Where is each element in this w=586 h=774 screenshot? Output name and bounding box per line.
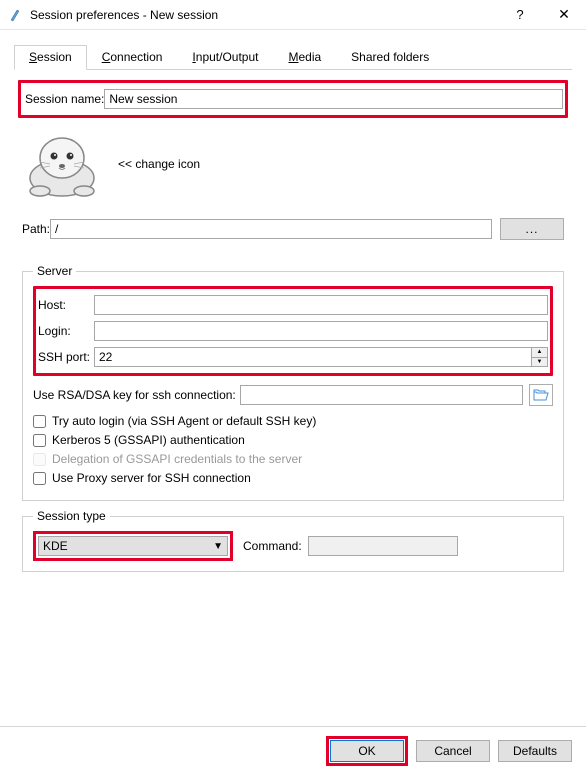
server-legend: Server [33, 264, 76, 278]
tab-media[interactable]: Media [273, 45, 336, 70]
folder-open-icon [533, 388, 549, 402]
defaults-button[interactable]: Defaults [498, 740, 572, 762]
session-type-select[interactable]: KDE ▼ [38, 536, 228, 556]
ok-highlight: OK [326, 736, 408, 766]
session-name-input[interactable] [104, 89, 563, 109]
tab-connection[interactable]: Connection [87, 45, 178, 70]
host-label: Host: [38, 298, 94, 312]
tab-bar: Session Connection Input/Output Media Sh… [14, 44, 572, 70]
ssh-port-spinner[interactable]: ▲ ▼ [532, 347, 548, 367]
path-input[interactable] [50, 219, 492, 239]
login-label: Login: [38, 324, 94, 338]
title-bar: Session preferences - New session ? ✕ [0, 0, 586, 30]
rsa-key-input[interactable] [240, 385, 523, 405]
close-button[interactable]: ✕ [542, 0, 586, 29]
cancel-button[interactable]: Cancel [416, 740, 490, 762]
session-icon [22, 128, 102, 200]
proxy-checkbox[interactable] [33, 472, 46, 485]
spin-up-icon[interactable]: ▲ [532, 348, 547, 358]
session-name-label: Session name: [25, 92, 104, 106]
session-type-fieldset: Session type KDE ▼ Command: [22, 509, 564, 572]
auto-login-checkbox[interactable] [33, 415, 46, 428]
auto-login-label: Try auto login (via SSH Agent or default… [52, 414, 316, 428]
tab-session[interactable]: Session [14, 45, 87, 70]
app-icon [8, 7, 24, 23]
dialog-footer: OK Cancel Defaults [0, 726, 586, 774]
ok-button[interactable]: OK [330, 740, 404, 762]
session-type-value: KDE [43, 539, 68, 553]
change-icon-link[interactable]: << change icon [118, 157, 200, 171]
tab-shared-folders[interactable]: Shared folders [336, 45, 444, 70]
ssh-port-label: SSH port: [38, 350, 94, 364]
proxy-label: Use Proxy server for SSH connection [52, 471, 251, 485]
window-title: Session preferences - New session [30, 8, 498, 22]
help-button[interactable]: ? [498, 0, 542, 29]
path-browse-button[interactable]: ... [500, 218, 564, 240]
spin-down-icon[interactable]: ▼ [532, 358, 547, 367]
command-input [308, 536, 458, 556]
chevron-down-icon: ▼ [213, 541, 223, 552]
session-type-legend: Session type [33, 509, 110, 523]
delegation-label: Delegation of GSSAPI credentials to the … [52, 452, 302, 466]
tab-input-output[interactable]: Input/Output [177, 45, 273, 70]
server-fieldset: Server Host: Login: SSH port: ▲ [22, 264, 564, 501]
path-label: Path: [22, 222, 50, 236]
command-label: Command: [243, 539, 302, 553]
ssh-port-input[interactable] [94, 347, 532, 367]
kerberos-checkbox[interactable] [33, 434, 46, 447]
kerberos-label: Kerberos 5 (GSSAPI) authentication [52, 433, 245, 447]
host-input[interactable] [94, 295, 548, 315]
session-type-highlight: KDE ▼ [33, 531, 233, 561]
login-input[interactable] [94, 321, 548, 341]
rsa-key-label: Use RSA/DSA key for ssh connection: [33, 388, 236, 402]
rsa-browse-button[interactable] [529, 384, 553, 406]
session-name-highlight: Session name: [18, 80, 568, 118]
delegation-checkbox [33, 453, 46, 466]
server-highlight: Host: Login: SSH port: ▲ ▼ [33, 286, 553, 376]
